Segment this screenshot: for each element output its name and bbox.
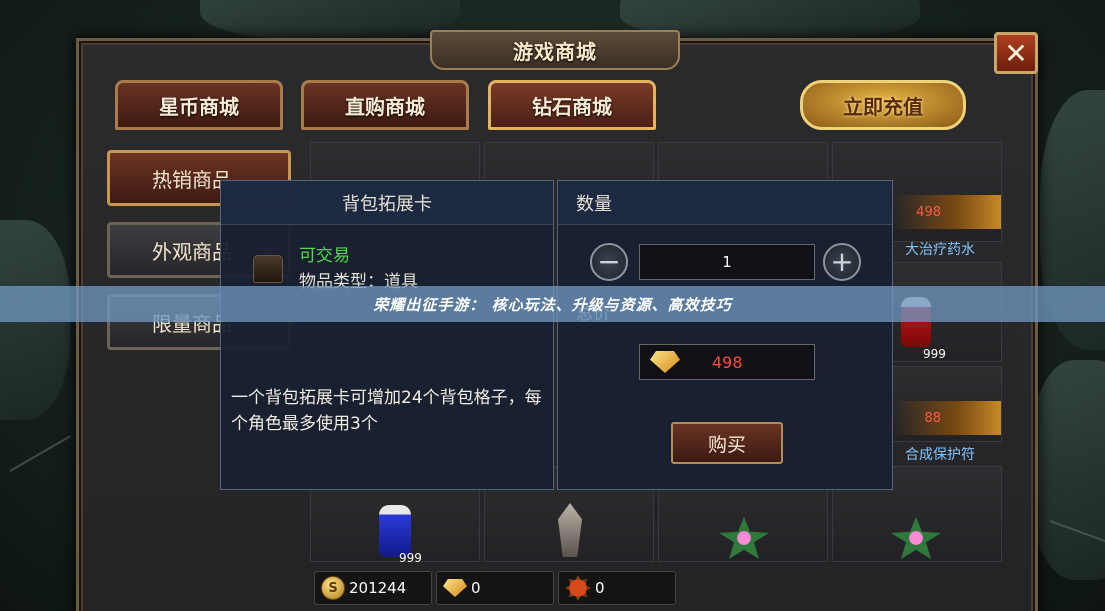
diamond-balance: 0 [436,571,554,605]
purchase-panel: 数量 − 1 + 总价 498 购买 [557,180,893,490]
tab-direct-buy-shop[interactable]: 直购商城 [301,80,469,130]
decrease-quantity-button[interactable]: − [590,243,628,281]
crystal-icon [558,503,582,557]
item-count: 999 [399,551,422,565]
article-title-banner: 荣耀出征手游： 核心玩法、升级与资源、高效技巧 [0,286,1105,322]
badge-value: 0 [595,579,605,597]
increase-quantity-button[interactable]: + [823,243,861,281]
item-price: 88 [924,411,941,426]
quantity-field[interactable]: 1 [639,244,815,280]
recharge-button[interactable]: 立即充值 [800,80,966,130]
total-price-box: 498 [639,344,815,380]
diamond-icon [443,579,467,597]
blue-potion-icon [379,505,411,557]
diamond-value: 0 [471,579,481,597]
quantity-title: 数量 [558,181,892,225]
item-title: 背包拓展卡 [221,181,553,225]
price-strip [893,195,1001,229]
item-description: 一个背包拓展卡可增加24个背包格子，每个角色最多使用3个 [231,388,542,434]
price-strip [893,401,1001,435]
backpack-icon [253,255,283,283]
tradeable-label: 可交易 [299,246,350,266]
item-count: 999 [923,347,946,361]
diamond-icon [650,351,680,373]
tab-star-coin-shop[interactable]: 星币商城 [115,80,283,130]
badge-balance: 0 [558,571,676,605]
item-info-panel: 背包拓展卡 可交易 物品类型：道具 一个背包拓展卡可增加24个背包格子，每个角色… [220,180,554,490]
item-price: 498 [916,205,941,220]
buy-button[interactable]: 购买 [671,422,783,464]
flower-emblem-icon [719,517,769,559]
star-coin-value: 201244 [349,579,407,597]
shop-title: 游戏商城 [430,30,680,70]
star-coin-balance: S 201244 [314,571,432,605]
close-icon[interactable]: ✕ [994,32,1038,74]
badge-icon [565,575,591,601]
total-price-value: 498 [712,352,743,372]
star-coin-icon: S [321,576,345,600]
flower-emblem-icon [891,517,941,559]
tab-diamond-shop[interactable]: 钻石商城 [488,80,656,130]
